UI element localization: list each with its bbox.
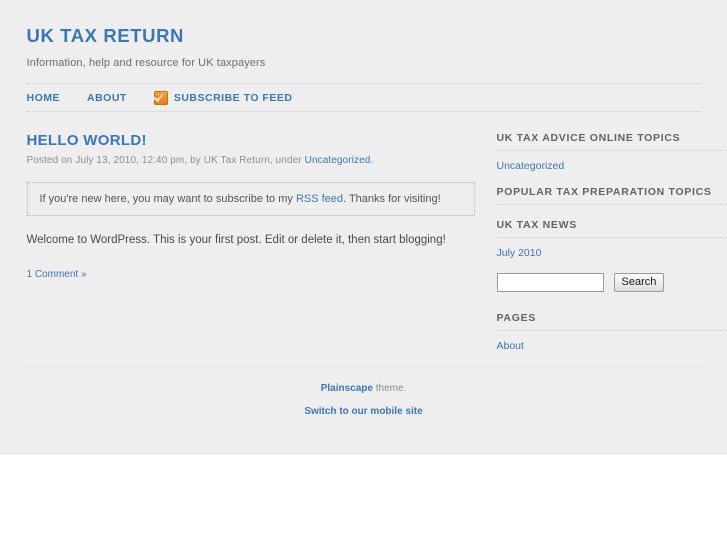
search-form: Search <box>496 273 725 293</box>
comments-link[interactable]: 1 Comment » <box>27 269 87 280</box>
rss-feed-link[interactable]: RSS feed <box>296 193 343 205</box>
page-root: UK TAX RETURN Information, help and reso… <box>0 0 727 455</box>
widget-archives: UK TAX NEWS July 2010 <box>496 219 725 259</box>
theme-link[interactable]: Plainscape <box>321 383 373 394</box>
widget-list-archives: July 2010 <box>497 247 725 259</box>
widget-title-pages: PAGES <box>496 312 725 332</box>
post-meta-category-link[interactable]: Uncategorized <box>305 155 371 166</box>
search-button[interactable]: Search <box>613 273 665 293</box>
widget-title-popular-topics: POPULAR TAX PREPARATION TOPICS <box>496 186 725 206</box>
nav-link-subscribe[interactable]: SUBSCRIBE TO FEED <box>174 92 293 104</box>
nav-menu: HOME ABOUT SUBSCRIBE TO FEED <box>27 86 701 106</box>
search-input[interactable] <box>496 273 604 293</box>
post-title-link[interactable]: HELLO WORLD! <box>27 132 147 149</box>
subscribe-callout: If you're new here, you may want to subs… <box>26 182 475 217</box>
list-item[interactable]: About <box>497 340 725 352</box>
nav-item-subscribe[interactable]: SUBSCRIBE TO FEED <box>149 86 293 106</box>
widget-title-archives: UK TAX NEWS <box>496 219 725 239</box>
primary-navigation: HOME ABOUT SUBSCRIBE TO FEED <box>26 83 701 113</box>
post-utility: 1 Comment » <box>27 269 475 280</box>
page-link-about[interactable]: About <box>497 340 524 352</box>
site-description: Information, help and resource for UK ta… <box>26 57 266 70</box>
post-meta-author: UK Tax Return <box>203 155 270 167</box>
main-area: HELLO WORLD! Posted on July 13, 2010, 12… <box>14 132 725 366</box>
nav-link-about[interactable]: ABOUT <box>87 92 127 104</box>
list-item[interactable]: July 2010 <box>497 247 725 259</box>
subscribe-text-before: If you're new here, you may want to subs… <box>39 193 296 206</box>
subscribe-text-after: . Thanks for visiting! <box>343 193 441 206</box>
post-title: HELLO WORLD! <box>27 132 475 149</box>
post-meta: Posted on July 13, 2010, 12:40 pm, by UK… <box>27 155 475 166</box>
mobile-site-link[interactable]: Switch to our mobile site <box>304 406 422 417</box>
page-wrap: UK TAX RETURN Information, help and reso… <box>14 0 725 417</box>
widget-pages: PAGES About <box>496 312 725 352</box>
post-meta-under: , under <box>269 155 305 167</box>
footer-theme-credit: Plainscape theme. <box>27 383 701 394</box>
widget-title-categories: UK TAX ADVICE ONLINE TOPICS <box>496 132 725 152</box>
post-meta-by: , by <box>184 155 204 167</box>
nav-item-home[interactable]: HOME <box>27 92 61 104</box>
post-meta-date: July 13, 2010, 12:40 pm <box>75 155 185 167</box>
rss-icon-arc-outer <box>149 86 165 103</box>
nav-item-about[interactable]: ABOUT <box>87 92 127 104</box>
widget-popular-topics: POPULAR TAX PREPARATION TOPICS <box>496 186 725 206</box>
category-link-uncategorized[interactable]: Uncategorized <box>497 160 565 172</box>
nav-link-home[interactable]: HOME <box>27 92 61 104</box>
post-meta-suffix: . <box>370 155 374 167</box>
post-meta-posted-on: Posted on <box>26 155 76 167</box>
footer-mobile-switch: Switch to our mobile site <box>27 406 701 417</box>
site-title-link[interactable]: UK TAX RETURN <box>27 25 185 46</box>
post-content: Welcome to WordPress. This is your first… <box>27 232 475 249</box>
widget-categories: UK TAX ADVICE ONLINE TOPICS Uncategorize… <box>496 132 725 172</box>
site-header: UK TAX RETURN Information, help and reso… <box>14 0 714 69</box>
content-column: HELLO WORLD! Posted on July 13, 2010, 12… <box>26 132 475 366</box>
widget-list-pages: About <box>497 340 725 352</box>
archive-link-july-2010[interactable]: July 2010 <box>497 247 542 259</box>
widget-list-categories: Uncategorized <box>497 160 725 172</box>
site-title: UK TAX RETURN <box>27 25 714 46</box>
post-article: HELLO WORLD! Posted on July 13, 2010, 12… <box>26 132 475 280</box>
rss-icon <box>149 86 168 106</box>
theme-suffix: theme. <box>372 383 407 395</box>
post-body-paragraph: Welcome to WordPress. This is your first… <box>26 234 446 247</box>
list-item[interactable]: Uncategorized <box>497 160 725 172</box>
sidebar: UK TAX ADVICE ONLINE TOPICS Uncategorize… <box>496 132 725 366</box>
site-footer: Plainscape theme. Switch to our mobile s… <box>26 366 701 417</box>
